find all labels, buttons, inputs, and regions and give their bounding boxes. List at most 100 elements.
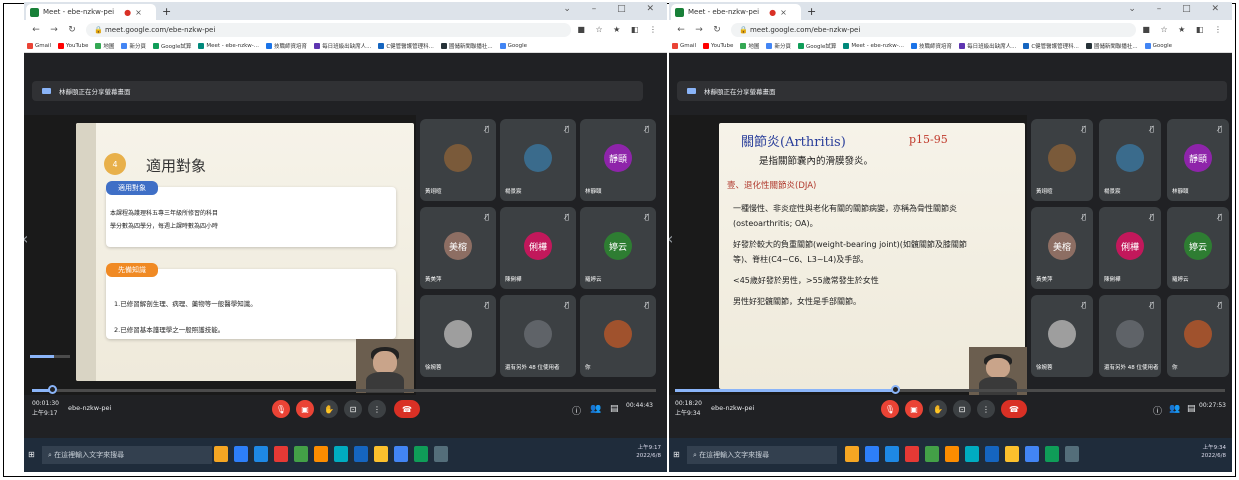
more-options-button[interactable]: ⋮ xyxy=(368,400,386,418)
bookmark-item[interactable]: 技職師資培育 xyxy=(911,42,952,50)
forward-icon[interactable]: → xyxy=(48,25,60,35)
bookmark-item[interactable]: 新分頁 xyxy=(121,42,146,50)
participant-tile[interactable]: 靜頤 🎙̸ 林靜頤 xyxy=(580,119,656,201)
bookmark-item[interactable]: Google xyxy=(499,42,527,49)
media-progress[interactable] xyxy=(675,389,1225,392)
taskbar-app-icon[interactable] xyxy=(905,446,919,462)
participant-tile[interactable]: 婷云 🎙̸ 羅婷云 xyxy=(1167,207,1229,289)
taskbar-app-icon[interactable] xyxy=(414,446,428,462)
browser-tab[interactable]: Meet - ebe-nzkw-pei ● × xyxy=(671,4,801,20)
url-field[interactable]: 🔒 meet.google.com/ebe-nzkw-pei xyxy=(731,22,1137,37)
bookmark-item[interactable]: Meet - ebe-nzkw-... xyxy=(198,42,259,49)
toolbar-icons[interactable]: ■ ☆ ★ ◧ ⋮ xyxy=(1142,25,1226,34)
camera-off-button[interactable]: ▣ xyxy=(905,400,923,418)
bookmark-item[interactable]: Google試算 xyxy=(152,42,191,50)
window-controls[interactable]: ⌄ – □ ✕ xyxy=(1128,4,1228,14)
back-icon[interactable]: ← xyxy=(30,25,42,35)
raise-hand-button[interactable]: ✋ xyxy=(320,400,338,418)
url-field[interactable]: 🔒 meet.google.com/ebe-nzkw-pei xyxy=(86,22,572,37)
more-options-button[interactable]: ⋮ xyxy=(977,400,995,418)
taskbar-app-icon[interactable] xyxy=(985,446,999,462)
taskbar-app-icon[interactable] xyxy=(314,446,328,462)
bookmark-item[interactable]: Meet - ebe-nzkw-... xyxy=(843,42,904,49)
present-button[interactable]: ⊡ xyxy=(953,400,971,418)
bookmark-item[interactable]: 地圖 xyxy=(95,42,114,50)
people-icon[interactable]: 👥 xyxy=(590,404,601,414)
windows-start-icon[interactable]: ⊞ xyxy=(673,450,680,459)
chat-icon[interactable]: ▤ xyxy=(610,404,619,414)
taskbar-app-icon[interactable] xyxy=(354,446,368,462)
participant-tile[interactable]: 🎙̸ 黃翊暄 xyxy=(420,119,496,201)
participant-tile[interactable]: 🎙̸ 楊景宸 xyxy=(1099,119,1161,201)
close-tab-icon[interactable]: × xyxy=(135,8,142,17)
bookmark-item[interactable]: YouTube xyxy=(703,42,733,49)
taskbar-app-icon[interactable] xyxy=(845,446,859,462)
prev-arrow-icon[interactable]: ‹ xyxy=(24,229,28,248)
taskbar-app-icon[interactable] xyxy=(214,446,228,462)
new-tab-button[interactable]: + xyxy=(162,5,171,18)
taskbar-app-icon[interactable] xyxy=(394,446,408,462)
bookmark-item[interactable]: Gmail xyxy=(672,42,696,49)
taskbar-app-icon[interactable] xyxy=(1065,446,1079,462)
taskbar-app-icon[interactable] xyxy=(434,446,448,462)
bookmark-item[interactable]: Google xyxy=(1144,42,1172,49)
participant-tile[interactable]: 🎙̸ 黃翊暄 xyxy=(1031,119,1093,201)
bookmark-item[interactable]: YouTube xyxy=(58,42,88,49)
mic-off-button[interactable]: 🎙 xyxy=(881,400,899,418)
chat-icon[interactable]: ▤ xyxy=(1187,404,1196,414)
window-controls[interactable]: ⌄ – □ ✕ xyxy=(563,4,663,14)
bookmark-item[interactable]: C健管醫護管理科... xyxy=(378,42,434,50)
taskbar-app-icon[interactable] xyxy=(1045,446,1059,462)
browser-tab[interactable]: Meet - ebe-nzkw-pei ● × xyxy=(26,4,156,20)
participant-tile[interactable]: 俐樺 🎙̸ 陳俐樺 xyxy=(1099,207,1161,289)
back-icon[interactable]: ← xyxy=(675,25,687,35)
taskbar-app-icon[interactable] xyxy=(254,446,268,462)
taskbar-app-icon[interactable] xyxy=(334,446,348,462)
participant-tile[interactable]: 俐樺 🎙̸ 陳俐樺 xyxy=(500,207,576,289)
windows-start-icon[interactable]: ⊞ xyxy=(28,450,35,459)
raise-hand-button[interactable]: ✋ xyxy=(929,400,947,418)
bookmark-item[interactable]: 國儲新聞聯播社... xyxy=(1085,42,1138,50)
taskbar-app-icon[interactable] xyxy=(925,446,939,462)
taskbar-app-icon[interactable] xyxy=(945,446,959,462)
media-progress[interactable] xyxy=(32,389,656,392)
media-scrubber[interactable] xyxy=(48,385,57,394)
taskbar-app-icon[interactable] xyxy=(274,446,288,462)
prev-arrow-icon[interactable]: ‹ xyxy=(669,229,673,248)
participant-tile[interactable]: 婷云 🎙̸ 羅婷云 xyxy=(580,207,656,289)
mic-off-button[interactable]: 🎙 xyxy=(272,400,290,418)
bookmark-item[interactable]: 每日班級出缺席人... xyxy=(314,42,371,50)
taskbar-search[interactable]: ⌕ 在這裡輸入文字來搜尋 xyxy=(42,446,212,464)
participant-tile[interactable]: 🎙̸ 還有另外 48 位使用者 xyxy=(500,295,576,377)
people-icon[interactable]: 👥 xyxy=(1169,404,1180,414)
info-icon[interactable]: ⓘ xyxy=(1153,404,1162,417)
participant-tile[interactable]: 🎙̸ 徐婉蓉 xyxy=(1031,295,1093,377)
taskbar-search[interactable]: ⌕ 在這裡輸入文字來搜尋 xyxy=(687,446,837,464)
toolbar-icons[interactable]: ■ ☆ ★ ◧ ⋮ xyxy=(577,25,661,34)
participant-tile[interactable]: 🎙̸ 你 xyxy=(580,295,656,377)
bookmark-item[interactable]: 地圖 xyxy=(740,42,759,50)
bookmark-item[interactable]: Gmail xyxy=(27,42,51,49)
bookmark-item[interactable]: 技職師資培育 xyxy=(266,42,307,50)
taskbar-app-icon[interactable] xyxy=(374,446,388,462)
forward-icon[interactable]: → xyxy=(693,25,705,35)
taskbar-app-icon[interactable] xyxy=(1025,446,1039,462)
bookmark-item[interactable]: 每日班級出缺席人... xyxy=(959,42,1016,50)
participant-tile[interactable]: 美榕 🎙̸ 黃美萍 xyxy=(420,207,496,289)
participant-tile[interactable]: 美榕 🎙̸ 黃美萍 xyxy=(1031,207,1093,289)
new-tab-button[interactable]: + xyxy=(807,5,816,18)
bookmark-item[interactable]: C健管醫護管理科... xyxy=(1023,42,1079,50)
participant-tile[interactable]: 🎙̸ 楊景宸 xyxy=(500,119,576,201)
participant-tile[interactable]: 靜頤 🎙̸ 林靜頤 xyxy=(1167,119,1229,201)
bookmark-item[interactable]: 國儲新聞聯播社... xyxy=(440,42,493,50)
taskbar-app-icon[interactable] xyxy=(234,446,248,462)
info-icon[interactable]: ⓘ xyxy=(572,404,581,417)
present-button[interactable]: ⊡ xyxy=(344,400,362,418)
participant-tile[interactable]: 🎙̸ 徐婉蓉 xyxy=(420,295,496,377)
end-call-button[interactable]: ☎ xyxy=(1001,400,1027,418)
camera-off-button[interactable]: ▣ xyxy=(296,400,314,418)
taskbar-app-icon[interactable] xyxy=(1005,446,1019,462)
bookmark-item[interactable]: 新分頁 xyxy=(766,42,791,50)
media-scrubber[interactable] xyxy=(891,385,900,394)
participant-tile[interactable]: 🎙̸ 你 xyxy=(1167,295,1229,377)
